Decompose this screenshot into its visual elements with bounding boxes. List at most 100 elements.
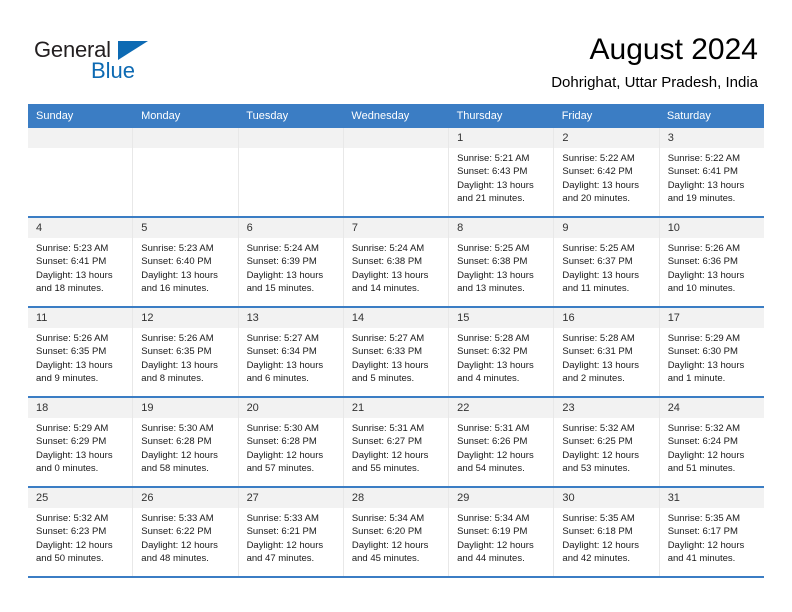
calendar-week-row: 1 Sunrise: 5:21 AM Sunset: 6:43 PM Daylight… <box>28 128 764 216</box>
sunset-text: Sunset: 6:35 PM <box>36 346 107 358</box>
calendar-day-cell[interactable]: 31 Sunrise: 5:35 AM Sunset: 6:17 PM Dayligh… <box>659 488 764 576</box>
calendar-day-cell[interactable]: 2 Sunrise: 5:22 AM Sunset: 6:42 PM Daylight… <box>554 128 660 216</box>
calendar-day-cell[interactable]: 26 Sunrise: 5:33 AM Sunset: 6:22 PM Dayligh… <box>133 488 239 576</box>
weekday-header-thursday: Thursday <box>456 110 503 122</box>
sunrise-text: Sunrise: 5:26 AM <box>667 243 741 254</box>
day-number: 5 <box>133 218 238 238</box>
calendar-week-row: 4 Sunrise: 5:23 AM Sunset: 6:41 PM Daylight… <box>28 216 764 306</box>
calendar-day-cell[interactable]: 11 Sunrise: 5:26 AM Sunset: 6:35 PM Dayligh… <box>28 308 134 396</box>
sunset-text: Sunset: 6:35 PM <box>141 346 212 358</box>
calendar-day-cell[interactable]: 28 Sunrise: 5:34 AM Sunset: 6:20 PM Dayligh… <box>343 488 450 576</box>
calendar-day-cell[interactable]: 3 Sunrise: 5:22 AM Sunset: 6:41 PM Daylight… <box>659 128 764 216</box>
calendar-day-cell[interactable]: 1 Sunrise: 5:21 AM Sunset: 6:43 PM Daylight… <box>449 128 555 216</box>
sunset-text: Sunset: 6:21 PM <box>246 526 317 538</box>
day-sun-info: Sunrise: 5:32 AM Sunset: 6:23 PM Daylight:… <box>28 508 132 570</box>
sunset-text: Sunset: 6:26 PM <box>457 436 528 448</box>
calendar-week-row: 25 Sunrise: 5:32 AM Sunset: 6:23 PM Dayligh… <box>28 486 764 576</box>
calendar-day-cell[interactable]: 15 Sunrise: 5:28 AM Sunset: 6:32 PM Dayligh… <box>449 308 555 396</box>
daylight-text: Daylight: 12 hours and 45 minutes. <box>351 539 429 565</box>
day-sun-info: Sunrise: 5:28 AM Sunset: 6:32 PM Daylight:… <box>449 328 553 390</box>
sunrise-text: Sunrise: 5:24 AM <box>351 243 425 254</box>
sunrise-text: Sunrise: 5:23 AM <box>36 243 109 254</box>
calendar-day-cell[interactable]: 8 Sunrise: 5:25 AM Sunset: 6:38 PM Daylight… <box>449 218 555 306</box>
day-sun-info: Sunrise: 5:32 AM Sunset: 6:24 PM Daylight:… <box>660 418 764 480</box>
sunrise-text: Sunrise: 5:22 AM <box>667 153 741 164</box>
calendar-day-cell[interactable]: 29 Sunrise: 5:34 AM Sunset: 6:19 PM Dayligh… <box>449 488 555 576</box>
sunset-text: Sunset: 6:41 PM <box>667 166 738 178</box>
calendar-day-cell[interactable]: 27 Sunrise: 5:33 AM Sunset: 6:21 PM Dayligh… <box>238 488 344 576</box>
daylight-text: Daylight: 13 hours and 0 minutes. <box>36 449 113 475</box>
weekday-header-wednesday: Wednesday <box>351 110 410 122</box>
day-sun-info: Sunrise: 5:31 AM Sunset: 6:27 PM Daylight:… <box>344 418 448 480</box>
day-sun-info: Sunrise: 5:24 AM Sunset: 6:38 PM Daylight:… <box>344 238 448 300</box>
calendar-day-cell[interactable]: 7 Sunrise: 5:24 AM Sunset: 6:38 PM Daylight… <box>343 218 450 306</box>
sunset-text: Sunset: 6:28 PM <box>246 436 317 448</box>
calendar-day-cell[interactable]: 17 Sunrise: 5:29 AM Sunset: 6:30 PM Dayligh… <box>659 308 764 396</box>
logo-text-blue: Blue <box>91 58 136 83</box>
sunset-text: Sunset: 6:19 PM <box>457 526 528 538</box>
day-number: 6 <box>238 218 343 238</box>
day-number: 26 <box>133 488 238 508</box>
general-blue-logo[interactable]: General Blue <box>34 38 154 86</box>
day-number: 2 <box>554 128 659 148</box>
calendar-bottom-rule <box>28 576 764 578</box>
daylight-text: Daylight: 13 hours and 20 minutes. <box>562 179 639 205</box>
calendar-day-cell[interactable]: 22 Sunrise: 5:31 AM Sunset: 6:26 PM Dayligh… <box>449 398 555 486</box>
day-number: 11 <box>28 308 133 328</box>
sunrise-text: Sunrise: 5:23 AM <box>141 243 214 254</box>
calendar-day-cell[interactable]: 16 Sunrise: 5:28 AM Sunset: 6:31 PM Dayligh… <box>554 308 660 396</box>
day-number: 20 <box>238 398 343 418</box>
calendar-day-cell[interactable]: 12 Sunrise: 5:26 AM Sunset: 6:35 PM Dayligh… <box>133 308 239 396</box>
sunset-text: Sunset: 6:18 PM <box>562 526 633 538</box>
daylight-text: Daylight: 13 hours and 10 minutes. <box>667 269 745 295</box>
calendar-day-cell[interactable]: 20 Sunrise: 5:30 AM Sunset: 6:28 PM Dayligh… <box>238 398 344 486</box>
calendar-day-cell[interactable]: 14 Sunrise: 5:27 AM Sunset: 6:33 PM Dayligh… <box>343 308 450 396</box>
day-sun-info: Sunrise: 5:30 AM Sunset: 6:28 PM Daylight:… <box>133 418 237 480</box>
calendar-day-cell[interactable]: 18 Sunrise: 5:29 AM Sunset: 6:29 PM Dayligh… <box>28 398 134 486</box>
calendar-day-cell[interactable]: 10 Sunrise: 5:26 AM Sunset: 6:36 PM Dayligh… <box>659 218 764 306</box>
calendar-day-cell[interactable]: 30 Sunrise: 5:35 AM Sunset: 6:18 PM Dayligh… <box>554 488 660 576</box>
calendar-day-cell[interactable]: 24 Sunrise: 5:32 AM Sunset: 6:24 PM Dayligh… <box>659 398 764 486</box>
calendar-day-cell[interactable]: 5 Sunrise: 5:23 AM Sunset: 6:40 PM Daylight… <box>133 218 239 306</box>
sunset-text: Sunset: 6:25 PM <box>562 436 633 448</box>
day-number: 16 <box>554 308 659 328</box>
calendar-day-cell[interactable]: 4 Sunrise: 5:23 AM Sunset: 6:41 PM Daylight… <box>28 218 134 306</box>
daylight-text: Daylight: 13 hours and 2 minutes. <box>562 359 639 385</box>
sunrise-text: Sunrise: 5:31 AM <box>351 423 425 434</box>
calendar-day-cell[interactable]: 6 Sunrise: 5:24 AM Sunset: 6:39 PM Daylight… <box>238 218 344 306</box>
calendar-day-cell[interactable]: 23 Sunrise: 5:32 AM Sunset: 6:25 PM Dayligh… <box>554 398 660 486</box>
daylight-text: Daylight: 13 hours and 6 minutes. <box>246 359 324 385</box>
sunrise-text: Sunrise: 5:27 AM <box>351 333 425 344</box>
day-number: 29 <box>449 488 554 508</box>
daylight-text: Daylight: 12 hours and 54 minutes. <box>457 449 534 475</box>
daylight-text: Daylight: 13 hours and 1 minute. <box>667 359 745 385</box>
sunset-text: Sunset: 6:38 PM <box>351 256 423 268</box>
calendar-day-cell[interactable]: 19 Sunrise: 5:30 AM Sunset: 6:28 PM Dayligh… <box>133 398 239 486</box>
day-number <box>238 128 343 148</box>
sunrise-text: Sunrise: 5:34 AM <box>351 513 425 524</box>
day-sun-info: Sunrise: 5:29 AM Sunset: 6:29 PM Daylight:… <box>28 418 132 480</box>
sunset-text: Sunset: 6:36 PM <box>667 256 738 268</box>
calendar-day-cell[interactable]: 21 Sunrise: 5:31 AM Sunset: 6:27 PM Dayligh… <box>343 398 450 486</box>
day-number: 22 <box>449 398 554 418</box>
day-sun-info: Sunrise: 5:33 AM Sunset: 6:22 PM Daylight:… <box>133 508 237 570</box>
sunrise-text: Sunrise: 5:22 AM <box>562 153 635 164</box>
day-sun-info: Sunrise: 5:34 AM Sunset: 6:19 PM Daylight:… <box>449 508 553 570</box>
weekday-header-saturday: Saturday <box>666 110 711 122</box>
calendar-day-cell[interactable]: 9 Sunrise: 5:25 AM Sunset: 6:37 PM Daylight… <box>554 218 660 306</box>
day-number: 23 <box>554 398 659 418</box>
sunrise-text: Sunrise: 5:32 AM <box>36 513 109 524</box>
day-number: 28 <box>343 488 449 508</box>
day-number: 1 <box>449 128 554 148</box>
day-number: 24 <box>659 398 764 418</box>
day-number: 25 <box>28 488 133 508</box>
day-sun-info: Sunrise: 5:25 AM Sunset: 6:37 PM Daylight:… <box>554 238 658 300</box>
day-sun-info: Sunrise: 5:35 AM Sunset: 6:18 PM Daylight:… <box>554 508 658 570</box>
daylight-text: Daylight: 13 hours and 19 minutes. <box>667 179 745 205</box>
day-number: 7 <box>343 218 449 238</box>
day-number: 18 <box>28 398 133 418</box>
sunrise-text: Sunrise: 5:26 AM <box>141 333 214 344</box>
calendar-day-cell[interactable]: 25 Sunrise: 5:32 AM Sunset: 6:23 PM Dayligh… <box>28 488 134 576</box>
day-number: 10 <box>659 218 764 238</box>
calendar-day-cell[interactable]: 13 Sunrise: 5:27 AM Sunset: 6:34 PM Dayligh… <box>238 308 344 396</box>
